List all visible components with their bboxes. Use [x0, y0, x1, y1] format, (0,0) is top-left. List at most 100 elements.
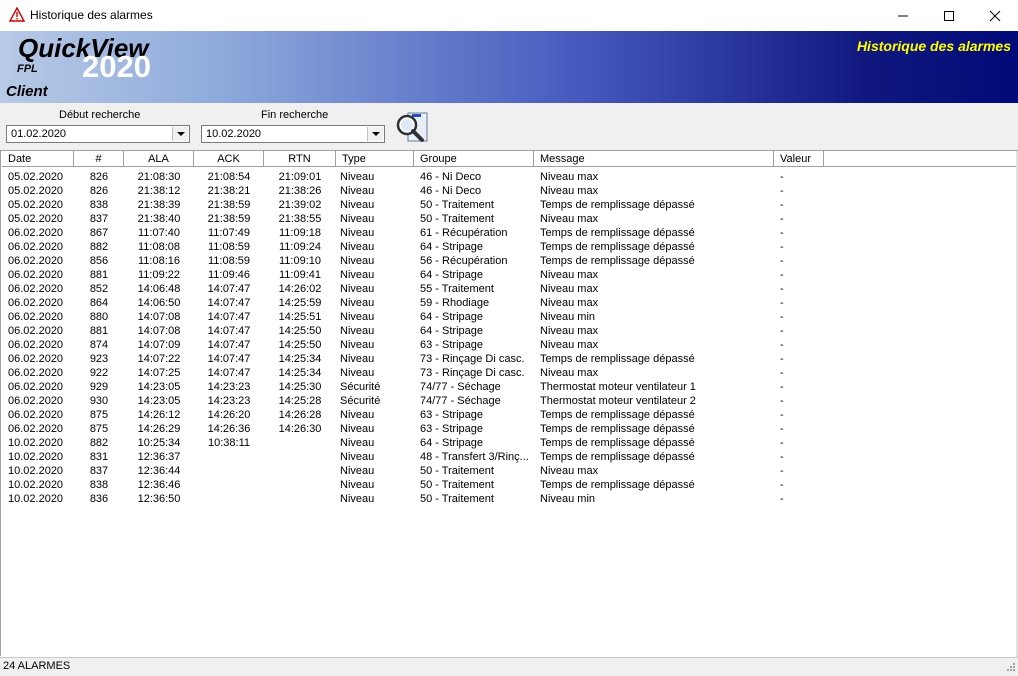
cell-ack: 14:07:47 [207, 339, 251, 351]
cell-type: Niveau [340, 325, 375, 337]
table-row[interactable]: 06.02.2020 874 14:07:09 14:07:47 14:25:50 Niv… [2, 338, 1017, 352]
column-header-ack[interactable]: ACK [194, 151, 264, 167]
cell-id: 881 [89, 325, 109, 337]
cell-date: 05.02.2020 [8, 171, 64, 183]
cell-valeur: - [780, 269, 784, 281]
table-row[interactable]: 06.02.2020 864 14:06:50 14:07:47 14:25:59 Niv… [2, 296, 1017, 310]
resize-grip-icon[interactable] [1004, 662, 1016, 674]
cell-ack: 21:38:21 [207, 185, 251, 197]
cell-message: Temps de remplissage dépassé [540, 227, 695, 239]
alarm-table[interactable]: Date # ALA ACK RTN Type Groupe Message Valeur 05… [0, 151, 1017, 656]
cell-id: 831 [89, 451, 109, 463]
cell-groupe: 46 - Ni Deco [420, 171, 482, 183]
start-date-combo[interactable]: 01.02.2020 [6, 125, 190, 143]
close-button[interactable] [972, 0, 1018, 31]
table-row[interactable]: 10.02.2020 837 12:36:44 Niveau 50 - Traiteme… [2, 464, 1017, 478]
column-header-rtn[interactable]: RTN [264, 151, 336, 167]
table-row[interactable]: 06.02.2020 881 11:09:22 11:09:46 11:09:41 Niv… [2, 268, 1017, 282]
cell-message: Niveau max [540, 171, 599, 183]
cell-ack: 14:07:47 [207, 283, 251, 295]
cell-ala: 10:25:34 [137, 437, 181, 449]
cell-id: 864 [89, 297, 109, 309]
table-row[interactable]: 06.02.2020 867 11:07:40 11:07:49 11:09:18 Niv… [2, 226, 1017, 240]
table-row[interactable]: 06.02.2020 856 11:08:16 11:08:59 11:09:10 Niv… [2, 254, 1017, 268]
cell-groupe: 50 - Traitement [420, 465, 494, 477]
cell-ala: 11:08:16 [137, 255, 180, 267]
search-button[interactable] [395, 111, 429, 144]
table-row[interactable]: 06.02.2020 875 14:26:12 14:26:20 14:26:28 Niv… [2, 408, 1017, 422]
minimize-button[interactable] [880, 0, 926, 31]
search-toolbar: Début recherche 01.02.2020 Fin recherche… [0, 103, 1018, 151]
cell-valeur: - [780, 227, 784, 239]
table-row[interactable]: 06.02.2020 923 14:07:22 14:07:47 14:25:34 Niv… [2, 352, 1017, 366]
table-row[interactable]: 10.02.2020 836 12:36:50 Niveau 50 - Traiteme… [2, 492, 1017, 506]
cell-id: 837 [89, 465, 109, 477]
table-row[interactable]: 06.02.2020 930 14:23:05 14:23:23 14:25:28 Séc… [2, 394, 1017, 408]
cell-date: 10.02.2020 [8, 465, 64, 477]
maximize-button[interactable] [926, 0, 972, 31]
column-header-message[interactable]: Message [534, 151, 774, 167]
table-row[interactable]: 06.02.2020 852 14:06:48 14:07:47 14:26:02 Niv… [2, 282, 1017, 296]
cell-ala: 12:36:46 [137, 479, 181, 491]
cell-message: Thermostat moteur ventilateur 1 [540, 381, 696, 393]
table-row[interactable]: 06.02.2020 881 14:07:08 14:07:47 14:25:50 Niv… [2, 324, 1017, 338]
cell-ack [194, 450, 264, 464]
cell-rtn: 14:25:50 [278, 339, 322, 351]
cell-rtn: 11:09:41 [278, 269, 321, 281]
cell-type: Niveau [340, 241, 375, 253]
table-row[interactable]: 06.02.2020 922 14:07:25 14:07:47 14:25:34 Niv… [2, 366, 1017, 380]
column-header-groupe[interactable]: Groupe [414, 151, 534, 167]
table-row[interactable]: 06.02.2020 880 14:07:08 14:07:47 14:25:51 Niv… [2, 310, 1017, 324]
cell-ack: 21:08:54 [207, 171, 251, 183]
cell-message: Temps de remplissage dépassé [540, 353, 695, 365]
minimize-icon [898, 15, 908, 16]
cell-valeur: - [780, 353, 784, 365]
end-date-combo[interactable]: 10.02.2020 [201, 125, 385, 143]
cell-groupe: 50 - Traitement [420, 213, 494, 225]
table-row[interactable]: 10.02.2020 882 10:25:34 10:38:11 Niveau 64 - … [2, 436, 1017, 450]
column-header-filler [824, 151, 1017, 167]
cell-valeur: - [780, 423, 784, 435]
cell-date: 06.02.2020 [8, 381, 64, 393]
table-row[interactable]: 10.02.2020 838 12:36:46 Niveau 50 - Traiteme… [2, 478, 1017, 492]
cell-date: 06.02.2020 [8, 241, 64, 253]
cell-type: Niveau [340, 339, 375, 351]
cell-ala: 14:07:25 [137, 367, 181, 379]
column-header-type[interactable]: Type [336, 151, 414, 167]
cell-type: Niveau [340, 479, 375, 491]
chevron-down-icon[interactable] [367, 127, 383, 141]
table-row[interactable]: 05.02.2020 838 21:38:39 21:38:59 21:39:02 Niv… [2, 198, 1017, 212]
cell-date: 05.02.2020 [8, 213, 64, 225]
cell-ack: 11:07:49 [207, 227, 250, 239]
cell-ala: 11:07:40 [137, 227, 180, 239]
cell-rtn: 21:38:55 [278, 213, 322, 225]
cell-rtn: 11:09:10 [278, 255, 321, 267]
cell-rtn: 14:25:51 [278, 311, 322, 323]
table-row[interactable]: 05.02.2020 837 21:38:40 21:38:59 21:38:55 Niv… [2, 212, 1017, 226]
cell-valeur: - [780, 241, 784, 253]
cell-ack: 14:26:36 [207, 423, 251, 435]
cell-id: 838 [89, 479, 109, 491]
cell-groupe: 64 - Stripage [420, 311, 483, 323]
cell-rtn: 14:25:34 [278, 367, 322, 379]
table-row[interactable]: 06.02.2020 929 14:23:05 14:23:23 14:25:30 Séc… [2, 380, 1017, 394]
column-header-date[interactable]: Date [2, 151, 74, 167]
cell-date: 05.02.2020 [8, 185, 64, 197]
start-date-label: Début recherche [59, 109, 141, 121]
cell-ack: 14:23:23 [207, 381, 251, 393]
chevron-down-icon[interactable] [172, 127, 188, 141]
cell-id: 923 [89, 353, 109, 365]
cell-ala: 21:38:12 [137, 185, 181, 197]
table-row[interactable]: 06.02.2020 882 11:08:08 11:08:59 11:09:24 Niv… [2, 240, 1017, 254]
cell-ack: 14:07:47 [207, 367, 251, 379]
column-header-valeur[interactable]: Valeur [774, 151, 824, 167]
table-row[interactable]: 06.02.2020 875 14:26:29 14:26:36 14:26:30 Niv… [2, 422, 1017, 436]
cell-type: Niveau [340, 227, 375, 239]
cell-ack: 21:38:59 [207, 213, 251, 225]
table-row[interactable]: 05.02.2020 826 21:38:12 21:38:21 21:38:26 Niv… [2, 184, 1017, 198]
column-header-id[interactable]: # [74, 151, 124, 167]
cell-message: Niveau max [540, 283, 599, 295]
table-row[interactable]: 05.02.2020 826 21:08:30 21:08:54 21:09:01 Niv… [2, 170, 1017, 184]
table-row[interactable]: 10.02.2020 831 12:36:37 Niveau 48 - Transfer… [2, 450, 1017, 464]
column-header-ala[interactable]: ALA [124, 151, 194, 167]
